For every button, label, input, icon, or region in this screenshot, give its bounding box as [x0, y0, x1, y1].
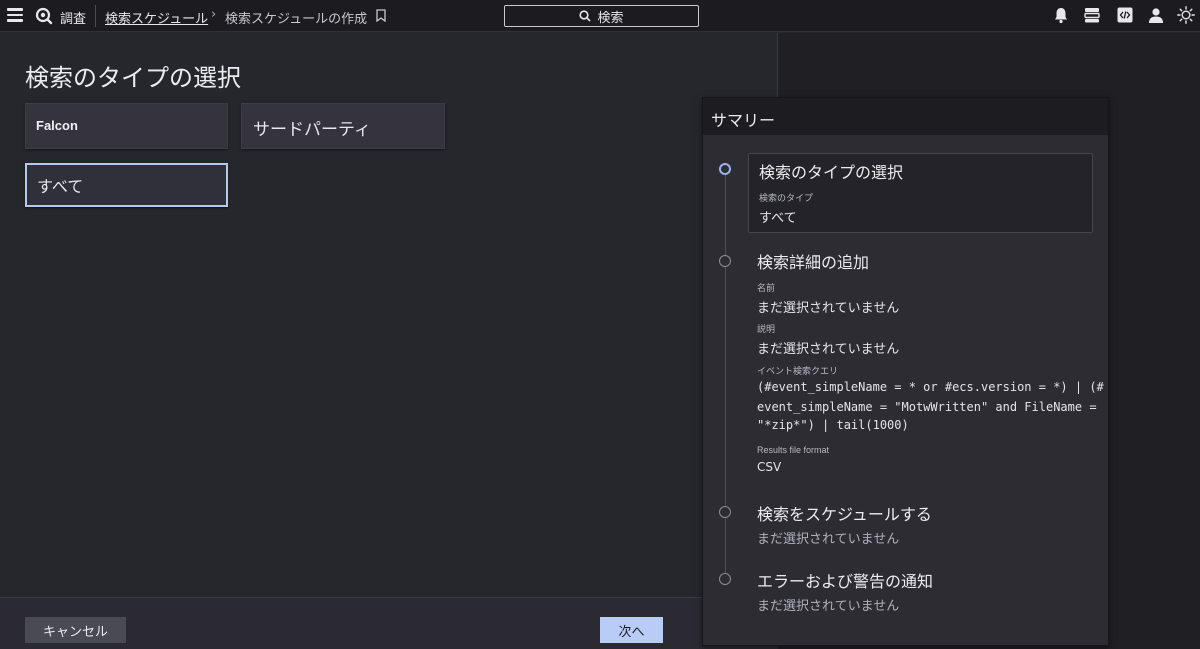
step-status: まだ選択されていません [757, 599, 900, 614]
step-status: まだ選択されていません [757, 532, 900, 547]
breadcrumb-search-schedule[interactable]: 検索スケジュール [105, 8, 208, 27]
cancel-button[interactable]: キャンセル [25, 617, 126, 643]
step-indicator [719, 573, 731, 585]
app-label[interactable]: 調査 [60, 8, 86, 27]
query-line: "*zip*") | tail(1000) [757, 418, 909, 432]
summary-title: サマリー [711, 111, 776, 130]
menu-icon[interactable] [7, 8, 23, 22]
query-line: (#event_simpleName = * or #ecs.version =… [757, 380, 1104, 394]
type-option-third-party[interactable]: サードパーティ [241, 103, 445, 149]
bookmark-icon[interactable] [376, 9, 386, 22]
step-title: エラーおよび警告の通知 [757, 572, 934, 591]
search-icon [579, 10, 592, 22]
field-value: すべて [759, 211, 797, 226]
bell-icon[interactable] [1052, 6, 1070, 24]
field-label: 名前 [757, 284, 776, 294]
summary-header: サマリー [703, 98, 1108, 135]
step-title: 検索のタイプの選択 [759, 163, 904, 182]
step-indicator [719, 506, 731, 518]
search-label: 検索 [597, 10, 624, 26]
field-value: まだ選択されていません [757, 342, 900, 357]
type-option-label: Falcon [36, 118, 78, 133]
workflow-icon[interactable] [1083, 6, 1101, 24]
step-indicator [719, 255, 731, 267]
theme-toggle-icon[interactable] [1177, 6, 1195, 24]
type-option-label: サードパーティ [253, 120, 371, 140]
search-input[interactable]: 検索 [504, 5, 699, 27]
breadcrumb-current: 検索スケジュールの作成 [225, 12, 368, 27]
field-label: Results file format [757, 445, 830, 455]
summary-panel: サマリー 検索のタイプの選択 検索のタイプ すべて 検索詳細の追加 名前 まだ選… [702, 97, 1109, 646]
step-indicator-active [719, 163, 731, 175]
type-option-falcon[interactable]: Falcon [25, 103, 228, 149]
field-value: まだ選択されていません [757, 301, 900, 316]
next-button[interactable]: 次へ [600, 617, 663, 643]
step-title: 検索詳細の追加 [757, 253, 870, 272]
field-label: 検索のタイプ [759, 194, 814, 204]
page-title: 検索のタイプの選択 [25, 64, 241, 92]
step-type-selection[interactable]: 検索のタイプの選択 検索のタイプ すべて [748, 153, 1093, 233]
field-label: イベント検索クエリ [757, 367, 839, 377]
code-icon[interactable] [1116, 6, 1134, 24]
field-value: CSV [757, 460, 782, 474]
step-title: 検索をスケジュールする [757, 505, 932, 524]
field-label: 説明 [757, 325, 776, 335]
timeline-line [725, 173, 726, 583]
investigate-icon[interactable] [35, 7, 53, 25]
top-bar: 調査 検索スケジュール › 検索スケジュールの作成 検索 [0, 0, 1200, 32]
type-option-label: すべて [37, 177, 84, 196]
type-option-all[interactable]: すべて [25, 163, 228, 207]
breadcrumb-separator: › [211, 7, 217, 22]
user-icon[interactable] [1147, 6, 1165, 24]
divider [95, 5, 96, 27]
query-line: event_simpleName = "MotwWritten" and Fil… [757, 400, 1097, 414]
